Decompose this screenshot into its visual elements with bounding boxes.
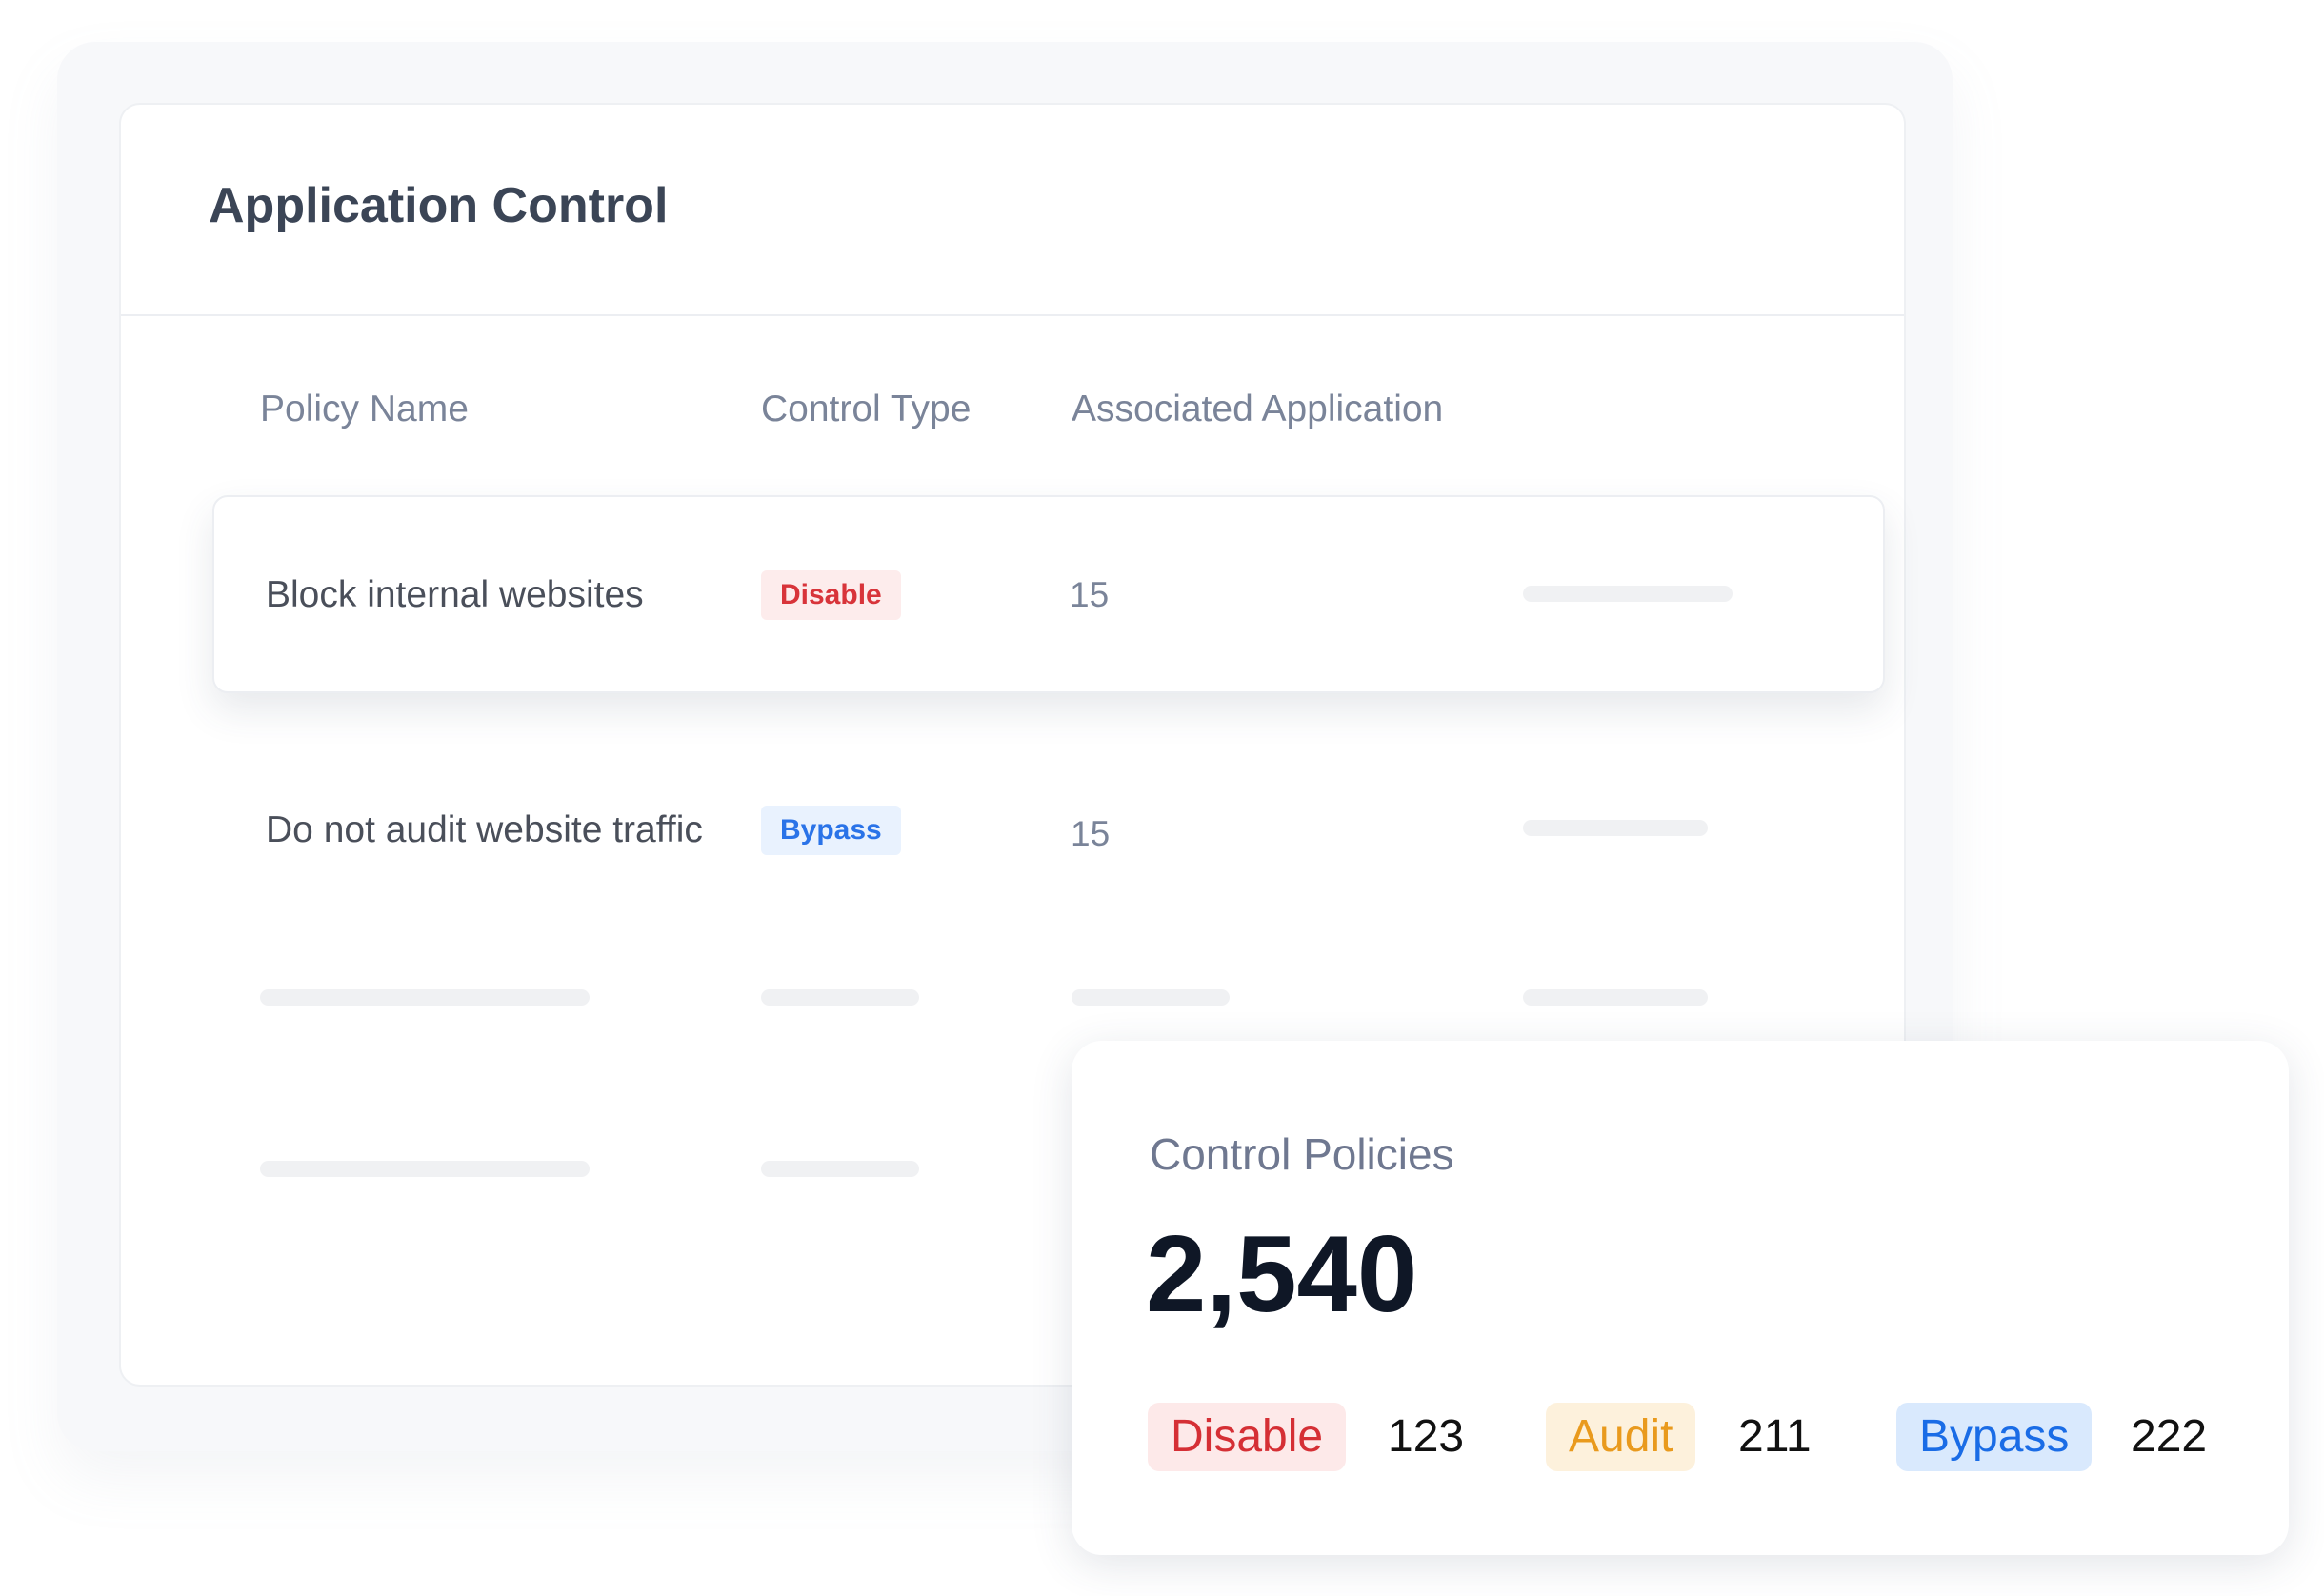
column-header-associated-application[interactable]: Associated Application bbox=[1072, 389, 1443, 430]
policy-name-cell[interactable]: Do not audit website traffic bbox=[266, 809, 703, 851]
stats-title: Control Policies bbox=[1150, 1129, 1454, 1179]
column-header-control-type[interactable]: Control Type bbox=[761, 389, 971, 430]
skeleton-bar bbox=[761, 1161, 919, 1177]
placeholder-bar bbox=[1523, 820, 1708, 836]
skeleton-bar bbox=[1072, 989, 1230, 1006]
stats-total-count: 2,540 bbox=[1146, 1214, 1418, 1335]
stat-badge-disable[interactable]: Disable bbox=[1148, 1403, 1347, 1471]
stat-badge-bypass[interactable]: Bypass bbox=[1896, 1403, 2093, 1471]
policy-name-cell[interactable]: Block internal websites bbox=[266, 574, 644, 616]
column-header-policy-name[interactable]: Policy Name bbox=[260, 389, 469, 430]
skeleton-bar bbox=[1523, 989, 1708, 1006]
card-title: Application Control bbox=[209, 178, 669, 233]
stat-count-bypass: 222 bbox=[2131, 1411, 2208, 1462]
stat-count-audit: 211 bbox=[1738, 1411, 1812, 1462]
control-type-badge-disable: Disable bbox=[761, 570, 901, 620]
skeleton-bar bbox=[761, 989, 919, 1006]
control-type-badge-bypass: Bypass bbox=[761, 806, 901, 855]
associated-app-count: 15 bbox=[1070, 575, 1110, 614]
stat-count-disable: 123 bbox=[1388, 1411, 1465, 1462]
associated-app-count: 15 bbox=[1071, 814, 1111, 853]
stat-badge-audit[interactable]: Audit bbox=[1546, 1403, 1696, 1471]
skeleton-bar bbox=[260, 1161, 590, 1177]
card-header: Application Control bbox=[121, 105, 1904, 316]
skeleton-bar bbox=[260, 989, 590, 1006]
placeholder-bar bbox=[1523, 586, 1733, 602]
control-policies-card: Control Policies 2,540 Disable 123 Audit… bbox=[1072, 1041, 2289, 1555]
